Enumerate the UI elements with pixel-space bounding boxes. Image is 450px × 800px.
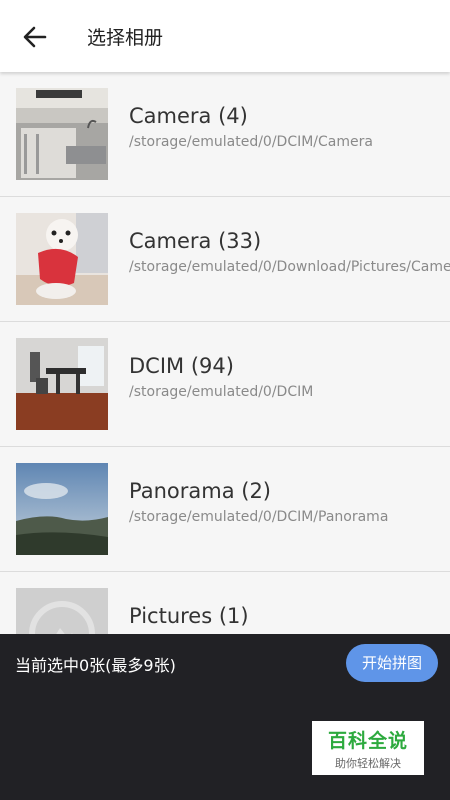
album-thumbnail: [16, 213, 108, 305]
album-path: /storage/emulated/0/DCIM/Camera: [129, 134, 373, 150]
album-path: /storage/emulated/0/DCIM: [129, 384, 314, 400]
album-row[interactable]: Camera (33) /storage/emulated/0/Download…: [0, 197, 450, 322]
selection-count-text: 当前选中0张(最多9张): [15, 656, 176, 675]
album-thumbnail: [16, 88, 108, 180]
watermark-subtitle: 助你轻松解决: [335, 757, 401, 770]
album-name: Camera (33): [129, 229, 262, 253]
album-thumbnail: [16, 463, 108, 555]
album-row[interactable]: DCIM (94) /storage/emulated/0/DCIM: [0, 322, 450, 447]
page-title: 选择相册: [87, 27, 164, 49]
album-thumbnail: [16, 338, 108, 430]
album-row[interactable]: Pictures (1): [0, 572, 450, 634]
album-row[interactable]: Panorama (2) /storage/emulated/0/DCIM/Pa…: [0, 447, 450, 572]
placeholder-image-icon: [16, 588, 108, 634]
back-arrow-icon[interactable]: [18, 20, 52, 54]
album-path: /storage/emulated/0/DCIM/Panorama: [129, 509, 389, 525]
album-path: /storage/emulated/0/Download/Pictures/Ca…: [129, 259, 450, 275]
album-list: Camera (4) /storage/emulated/0/DCIM/Came…: [0, 72, 450, 634]
start-collage-button[interactable]: 开始拼图: [346, 644, 438, 682]
selection-bar: 当前选中0张(最多9张) 开始拼图 百科全说 助你轻松解决: [0, 634, 450, 800]
album-row[interactable]: Camera (4) /storage/emulated/0/DCIM/Came…: [0, 72, 450, 197]
album-name: Pictures (1): [129, 604, 249, 628]
watermark-logo: 百科全说 助你轻松解决: [312, 721, 424, 775]
app-bar: 选择相册: [0, 0, 450, 72]
album-name: DCIM (94): [129, 354, 234, 378]
album-name: Camera (4): [129, 104, 248, 128]
watermark-title: 百科全说: [327, 730, 408, 752]
album-name: Panorama (2): [129, 479, 271, 503]
